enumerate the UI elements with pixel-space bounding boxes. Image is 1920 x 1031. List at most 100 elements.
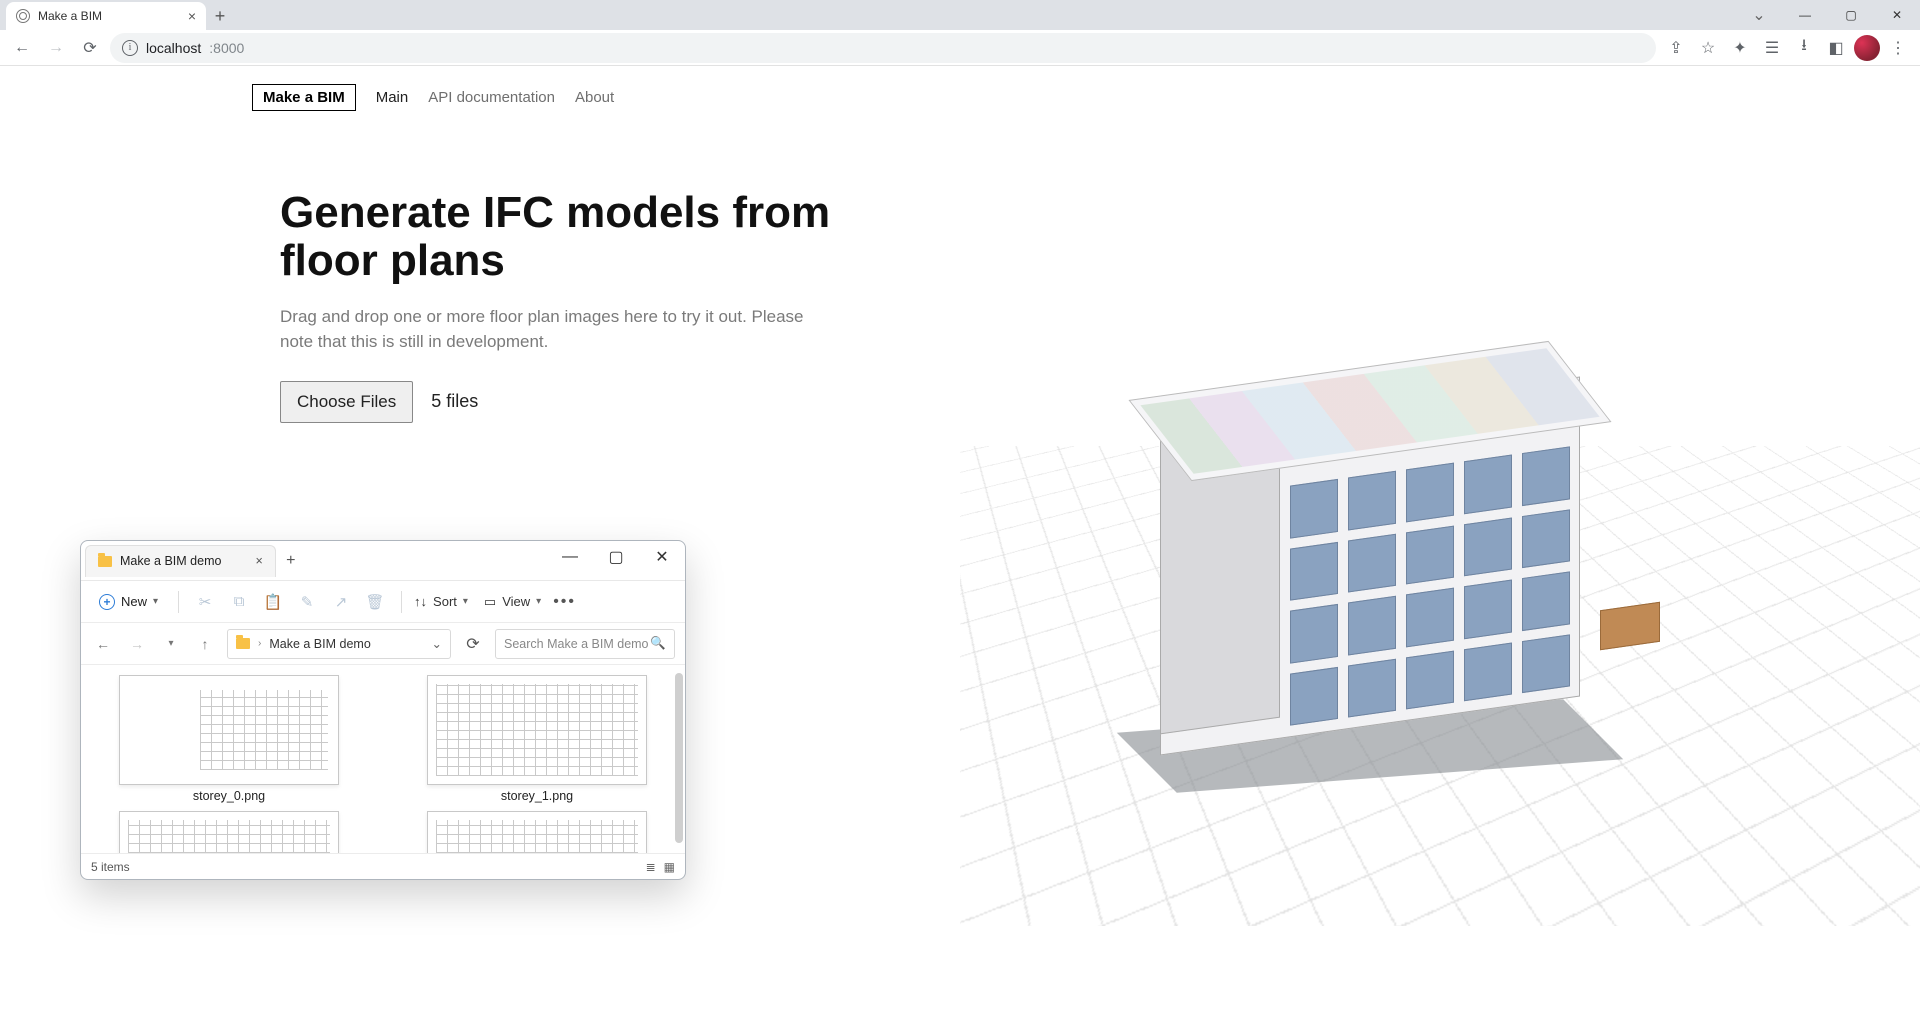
- file-item[interactable]: [95, 811, 363, 853]
- file-item[interactable]: storey_0.png: [95, 675, 363, 803]
- share-icon[interactable]: ↗: [327, 588, 355, 616]
- share-icon[interactable]: ⇪: [1662, 34, 1690, 62]
- site-navbar: Make a BIM Main API documentation About: [0, 66, 1920, 111]
- page-content: Make a BIM Main API documentation About …: [0, 66, 1920, 1031]
- model-preview[interactable]: [960, 326, 1920, 926]
- explorer-minimize-button[interactable]: ―: [547, 541, 593, 573]
- file-label: storey_1.png: [501, 789, 573, 803]
- explorer-up-button[interactable]: ↑: [193, 636, 217, 652]
- forward-button[interactable]: →: [42, 34, 70, 62]
- chevron-down-icon[interactable]: ⌄: [432, 636, 442, 651]
- close-window-button[interactable]: ✕: [1874, 0, 1920, 30]
- browser-titlebar: Make a BIM × + ⌄ ― ▢ ✕: [0, 0, 1920, 30]
- delete-icon[interactable]: 🗑: [361, 588, 389, 616]
- address-bar[interactable]: i localhost :8000: [110, 33, 1656, 63]
- plus-circle-icon: +: [99, 594, 115, 610]
- nav-api-documentation[interactable]: API documentation: [428, 89, 555, 106]
- paste-icon[interactable]: 📋: [259, 588, 287, 616]
- site-logo[interactable]: Make a BIM: [252, 84, 356, 111]
- choose-files-button[interactable]: Choose Files: [280, 381, 413, 423]
- file-item[interactable]: [403, 811, 671, 853]
- close-tab-icon[interactable]: ×: [188, 8, 196, 24]
- maximize-button[interactable]: ▢: [1828, 0, 1874, 30]
- explorer-search-input[interactable]: Search Make a BIM demo 🔍: [495, 629, 675, 659]
- explorer-back-button[interactable]: ←: [91, 636, 115, 652]
- file-thumbnail: [119, 811, 339, 853]
- explorer-tab[interactable]: Make a BIM demo ×: [85, 545, 276, 577]
- chevron-right-icon: ›: [258, 638, 261, 649]
- status-item-count: 5 items: [91, 860, 130, 874]
- folder-icon: [98, 556, 112, 567]
- cut-icon[interactable]: ✂: [191, 588, 219, 616]
- new-tab-button[interactable]: +: [206, 2, 234, 30]
- hero: Generate IFC models from floor plans Dra…: [280, 189, 840, 423]
- downloads-icon[interactable]: ⭳: [1790, 34, 1818, 62]
- explorer-new-label: New: [121, 594, 147, 609]
- tab-title: Make a BIM: [38, 9, 102, 23]
- explorer-recent-button[interactable]: ▾: [159, 638, 183, 649]
- search-icon: 🔍: [650, 636, 666, 651]
- explorer-body[interactable]: storey_0.png storey_1.png: [81, 665, 685, 853]
- site-info-icon[interactable]: i: [122, 40, 138, 56]
- explorer-address-row: ← → ▾ ↑ › Make a BIM demo ⌄ ⟳ Search Mak…: [81, 623, 685, 665]
- search-placeholder: Search Make a BIM demo: [504, 637, 649, 651]
- explorer-breadcrumb[interactable]: › Make a BIM demo ⌄: [227, 629, 451, 659]
- building-model: [1100, 346, 1660, 786]
- side-panel-icon[interactable]: ◧: [1822, 34, 1850, 62]
- file-input-row: Choose Files 5 files: [280, 381, 840, 423]
- explorer-maximize-button[interactable]: ▢: [593, 541, 639, 573]
- scrollbar[interactable]: [675, 673, 683, 843]
- url-host: localhost: [146, 40, 201, 56]
- menu-icon[interactable]: ⋮: [1884, 34, 1912, 62]
- file-explorer-window[interactable]: Make a BIM demo × + ― ▢ ✕ + New ▾ ✂ ⧉ 📋 …: [80, 540, 686, 880]
- explorer-tab-title: Make a BIM demo: [120, 554, 221, 568]
- rename-icon[interactable]: ✎: [293, 588, 321, 616]
- file-thumbnail: [427, 675, 647, 785]
- minimize-button[interactable]: ―: [1782, 0, 1828, 30]
- bookmark-icon[interactable]: ☆: [1694, 34, 1722, 62]
- explorer-status-bar: 5 items ≣ ▦: [81, 853, 685, 879]
- explorer-view-label: View: [502, 594, 530, 609]
- sort-icon: ↑↓: [414, 594, 427, 609]
- profile-avatar[interactable]: [1854, 35, 1880, 61]
- file-thumbnail: [427, 811, 647, 853]
- explorer-sort-label: Sort: [433, 594, 457, 609]
- browser-toolbar: ← → ⟳ i localhost :8000 ⇪ ☆ ✦ ☰ ⭳ ◧ ⋮: [0, 30, 1920, 66]
- extensions-icon[interactable]: ✦: [1726, 34, 1754, 62]
- explorer-new-tab-button[interactable]: +: [276, 552, 306, 570]
- window-controls: ⌄ ― ▢ ✕: [1736, 0, 1920, 30]
- chevron-down-icon: ▾: [153, 596, 158, 607]
- explorer-refresh-button[interactable]: ⟳: [461, 634, 485, 654]
- nav-main[interactable]: Main: [376, 89, 409, 106]
- chevron-down-icon: ▾: [536, 596, 541, 607]
- file-count-label: 5 files: [431, 391, 478, 412]
- folder-icon: [236, 638, 250, 649]
- hero-subtitle: Drag and drop one or more floor plan ima…: [280, 304, 840, 355]
- reading-list-icon[interactable]: ☰: [1758, 34, 1786, 62]
- details-view-icon[interactable]: ≣: [646, 860, 656, 874]
- reload-button[interactable]: ⟳: [76, 34, 104, 62]
- nav-about[interactable]: About: [575, 89, 614, 106]
- explorer-forward-button[interactable]: →: [125, 636, 149, 652]
- explorer-close-button[interactable]: ✕: [639, 541, 685, 573]
- explorer-view-button[interactable]: ▭ View ▾: [484, 594, 541, 610]
- file-item[interactable]: storey_1.png: [403, 675, 671, 803]
- view-icon: ▭: [484, 594, 496, 610]
- chevron-down-icon: ▾: [463, 596, 468, 607]
- explorer-new-button[interactable]: + New ▾: [91, 590, 166, 614]
- explorer-titlebar[interactable]: Make a BIM demo × + ― ▢ ✕: [81, 541, 685, 581]
- url-port: :8000: [209, 40, 244, 56]
- file-thumbnail: [119, 675, 339, 785]
- explorer-toolbar: + New ▾ ✂ ⧉ 📋 ✎ ↗ 🗑 ↑↓ Sort ▾ ▭ View ▾ •…: [81, 581, 685, 623]
- tab-search-icon[interactable]: ⌄: [1736, 0, 1782, 30]
- thumbnails-view-icon[interactable]: ▦: [664, 860, 675, 874]
- back-button[interactable]: ←: [8, 34, 36, 62]
- file-label: storey_0.png: [193, 789, 265, 803]
- explorer-sort-button[interactable]: ↑↓ Sort ▾: [414, 594, 468, 609]
- small-cube: [1600, 602, 1660, 650]
- browser-tab[interactable]: Make a BIM ×: [6, 2, 206, 30]
- explorer-tab-close-icon[interactable]: ×: [255, 554, 262, 568]
- breadcrumb-current[interactable]: Make a BIM demo: [269, 637, 370, 651]
- explorer-more-button[interactable]: •••: [547, 593, 582, 611]
- copy-icon[interactable]: ⧉: [225, 588, 253, 616]
